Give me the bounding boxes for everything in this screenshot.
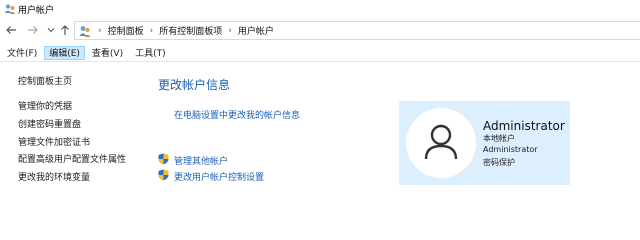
- arrow-right-icon: [28, 26, 38, 34]
- breadcrumb-user-accounts[interactable]: 用户帐户: [238, 24, 274, 37]
- sidebar-item-environment-variables[interactable]: 更改我的环境变量: [18, 170, 90, 183]
- user-icon: [424, 124, 458, 160]
- menu-view[interactable]: 查看(V): [87, 46, 128, 60]
- account-panel: Administrator 本地帐户 Administrator 密码保护: [399, 101, 570, 185]
- sidebar-item-encryption-certificates[interactable]: 管理文件加密证书: [18, 135, 90, 148]
- arrow-up-icon: [61, 25, 69, 35]
- avatar: [406, 108, 476, 178]
- chevron-right-icon[interactable]: ›: [228, 26, 232, 36]
- sidebar-item-manage-credentials[interactable]: 管理你的凭据: [18, 99, 72, 112]
- menu-bar: 文件(F) 编辑(E) 查看(V) 工具(T): [0, 45, 640, 62]
- uac-settings-link[interactable]: 更改用户帐户控制设置: [174, 170, 264, 183]
- window-title: 用户帐户: [18, 6, 55, 16]
- breadcrumb-all-items[interactable]: 所有控制面板项: [159, 24, 222, 37]
- menu-file[interactable]: 文件(F): [2, 46, 42, 60]
- sidebar-item-control-panel-home[interactable]: 控制面板主页: [18, 74, 72, 87]
- uac-shield-icon: [158, 169, 169, 181]
- chevron-right-icon: ›: [98, 25, 102, 36]
- arrow-left-icon: [6, 26, 16, 34]
- user-accounts-icon: [4, 4, 16, 14]
- up-button[interactable]: [58, 22, 72, 38]
- menu-edit[interactable]: 编辑(E): [44, 46, 85, 60]
- title-bar: 用户帐户: [0, 0, 640, 18]
- recent-locations-button[interactable]: [44, 22, 58, 38]
- address-bar[interactable]: › 控制面板 › 所有控制面板项 › 用户帐户: [74, 21, 640, 40]
- sidebar-item-password-reset-disk[interactable]: 创建密码重置盘: [18, 117, 81, 130]
- navigation-bar: › 控制面板 › 所有控制面板项 › 用户帐户: [0, 20, 640, 40]
- account-name: Administrator: [483, 119, 565, 133]
- chevron-down-icon: [47, 28, 55, 33]
- account-protection: 密码保护: [483, 158, 515, 167]
- account-group: Administrator: [483, 145, 538, 154]
- back-button[interactable]: [4, 22, 18, 38]
- pc-settings-link[interactable]: 在电脑设置中更改我的帐户信息: [174, 108, 300, 121]
- account-type: 本地帐户: [483, 134, 515, 143]
- sidebar-item-profile-properties[interactable]: 配置高级用户配置文件属性: [18, 152, 126, 165]
- menu-tools[interactable]: 工具(T): [130, 46, 171, 60]
- page-title: 更改帐户信息: [158, 78, 231, 92]
- user-accounts-icon: [79, 25, 91, 37]
- forward-button[interactable]: [26, 22, 40, 38]
- chevron-right-icon[interactable]: ›: [150, 26, 154, 36]
- manage-other-accounts-link[interactable]: 管理其他帐户: [174, 154, 228, 167]
- breadcrumb-control-panel[interactable]: 控制面板: [108, 24, 144, 37]
- uac-shield-icon: [158, 153, 169, 165]
